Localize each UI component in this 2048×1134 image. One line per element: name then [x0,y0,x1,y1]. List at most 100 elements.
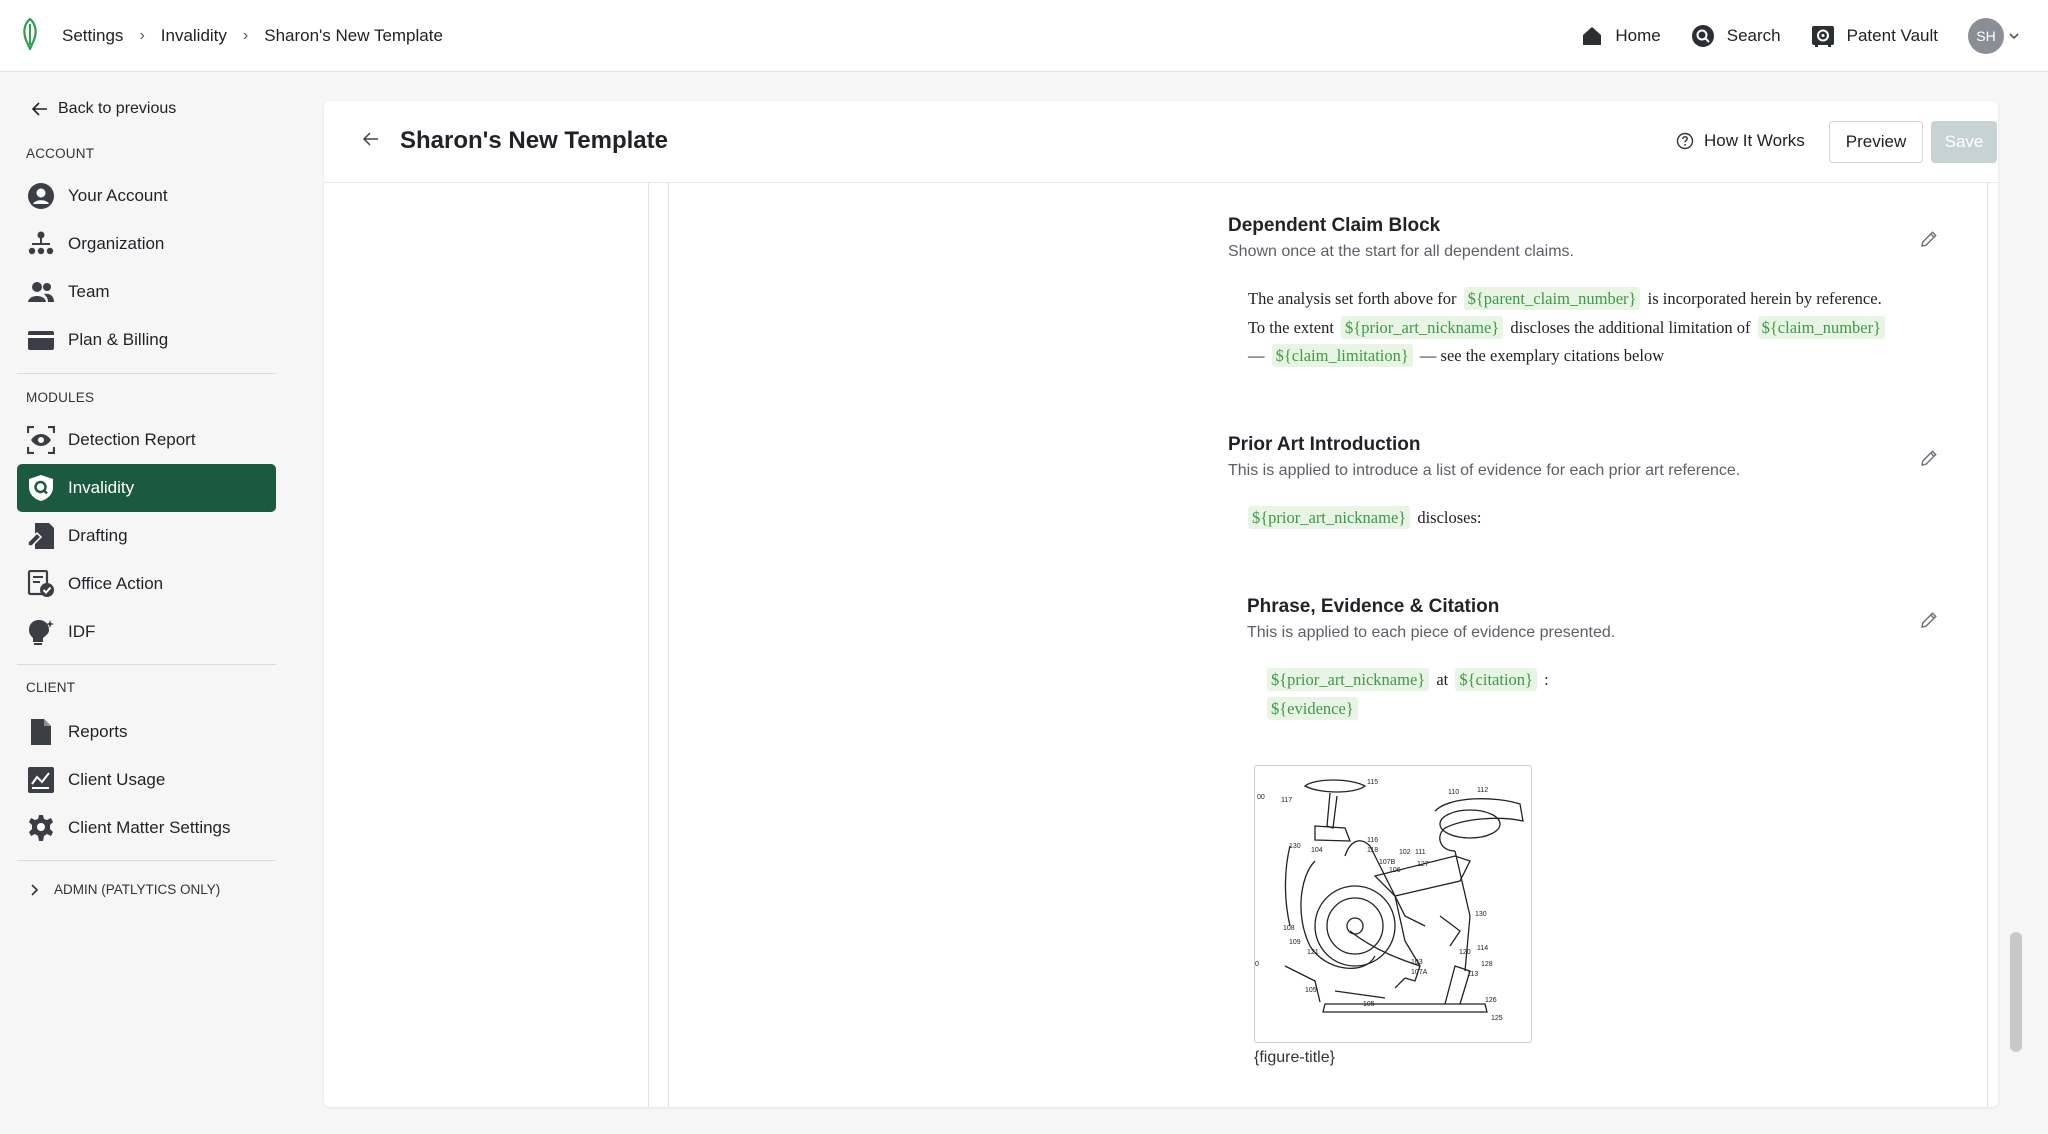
section-modules: MODULES [26,390,95,405]
figure-ref-label: 103 [1411,959,1423,966]
variable-chip: ${prior_art_nickname} [1267,668,1430,691]
phrase-evidence-desc: This is applied to each piece of evidenc… [1247,624,1616,641]
sidebar-item-label: Drafting [68,526,128,545]
arrow-left-icon[interactable] [362,131,380,147]
preview-button[interactable]: Preview [1829,121,1923,163]
variable-chip: ${claim_number} [1757,315,1886,339]
phrase-evidence-title: Phrase, Evidence & Citation [1247,596,1500,617]
variable-chip: ${claim_limitation} [1271,344,1413,367]
sidebar: Back to previous ACCOUNT Your Account Or… [0,72,290,1134]
figure-ref-label: 130 [1475,911,1487,918]
admin-section-toggle[interactable]: ADMIN (PATLYTICS ONLY) [30,882,220,897]
figure-ref-label: 108 [1283,925,1295,932]
document-check-icon [26,569,56,599]
sidebar-item-idf[interactable]: IDF [17,608,276,656]
figure-ref-label: 115 [1367,779,1378,786]
edit-pencil-icon[interactable] [1919,448,1939,468]
prior-art-desc: This is applied to introduce a list of e… [1228,462,1741,479]
avatar[interactable]: SH [1968,18,2004,54]
figure-ref-label: 120 [1459,949,1471,956]
lightbulb-icon [26,617,56,647]
nav-search[interactable]: Search [1691,24,1781,48]
file-icon [26,717,56,747]
save-button[interactable]: Save [1931,121,1997,163]
sidebar-item-invalidity[interactable]: Invalidity [17,464,276,512]
breadcrumb-invalidity[interactable]: Invalidity [161,26,227,46]
figure-ref-label: 130 [1289,843,1301,850]
sidebar-item-label: IDF [68,622,96,641]
figure-ref-label: 112 [1477,787,1488,794]
variable-chip: ${citation} [1455,668,1537,691]
body-text-segment: discloses the additional limitation of [1506,317,1755,337]
figure-ref-label: 107A [1411,969,1428,976]
sidebar-item-office-action[interactable]: Office Action [17,560,276,608]
body-text-segment: discloses: [1413,508,1482,527]
how-it-works-label: How It Works [1704,131,1805,150]
breadcrumb-settings[interactable]: Settings [62,26,123,46]
sidebar-item-label: Detection Report [68,430,196,449]
user-menu[interactable]: SH [1968,18,2020,54]
edit-pencil-icon[interactable] [1919,229,1939,249]
figure-ref-label: 117 [1281,797,1292,804]
panel-header: Sharon's New Template How It Works Previ… [324,101,1998,183]
sidebar-item-label: Plan & Billing [68,330,169,349]
figure-ref-label: 113 [1467,971,1478,978]
shield-search-icon [26,473,56,503]
scrollbar-thumb[interactable] [2010,932,2022,1052]
help-circle-icon [1676,132,1694,150]
search-icon [1691,25,1714,47]
sidebar-item-team[interactable]: Team [17,268,276,316]
nav-patent-vault-label: Patent Vault [1846,26,1938,45]
body-text-segment: is incorporated herein by reference. [1643,289,1882,308]
credit-card-icon [26,325,56,355]
sidebar-item-organization[interactable]: Organization [17,220,276,268]
variable-chip: ${evidence} [1267,696,1358,720]
figure-ref-label: 105 [1305,987,1317,994]
section-account: ACCOUNT [26,146,95,161]
org-chart-icon [26,229,56,259]
figure-ref-label: 128 [1481,961,1493,968]
patlytics-logo-icon[interactable] [20,18,40,50]
figure-ref-label: 127 [1417,861,1429,868]
document-pen-icon [26,521,56,551]
how-it-works-link[interactable]: How It Works [1676,131,1805,151]
chevron-down-icon [2009,33,2019,40]
nav-patent-vault[interactable]: Patent Vault [1811,24,1938,48]
figure-ref-label: 126 [1485,997,1497,1004]
breadcrumb: Settings › Invalidity › Sharon's New Tem… [62,0,443,72]
sidebar-item-client-matter-settings[interactable]: Client Matter Settings [17,804,276,852]
sidebar-item-your-account[interactable]: Your Account [17,172,276,220]
variable-chip: ${prior_art_nickname} [1341,315,1504,339]
body-text-segment: at [1432,670,1453,689]
variable-chip: ${parent_claim_number} [1463,287,1641,310]
edit-pencil-icon[interactable] [1919,610,1939,630]
chevron-right-icon: › [139,27,145,44]
prior-art-body[interactable]: ${prior_art_nickname} discloses: [1248,504,1482,533]
sidebar-item-label: Office Action [68,574,164,593]
phrase-evidence-body[interactable]: ${prior_art_nickname} at ${citation} : $… [1267,666,1549,723]
section-client: CLIENT [26,680,76,695]
body-text-segment: : [1539,670,1549,689]
top-nav: Home Search Patent Vault SH [1581,0,2020,72]
nav-home[interactable]: Home [1581,25,1661,47]
patent-figure-image[interactable]: 115 110 112 00 117 130 104 116 118 102 1… [1254,765,1532,1043]
back-to-previous[interactable]: Back to previous [32,100,176,118]
figure-ref-label: 125 [1491,1015,1503,1022]
body-text-segment: The analysis set forth above for [1248,289,1461,308]
user-circle-icon [26,181,56,211]
sidebar-item-client-usage[interactable]: Client Usage [17,756,276,804]
dependent-claim-body[interactable]: The analysis set forth above for ${paren… [1248,285,1988,371]
body-text-segment: To the extent [1248,317,1339,337]
sidebar-item-drafting[interactable]: Drafting [17,512,276,560]
sidebar-item-label: Invalidity [68,478,135,497]
column-divider [648,183,649,1107]
figure-ref-label: 118 [1367,847,1378,854]
sidebar-item-plan-billing[interactable]: Plan & Billing [17,316,276,364]
home-icon [1583,27,1602,45]
top-bar: Settings › Invalidity › Sharon's New Tem… [0,0,2048,72]
body-text-segment: — see the exemplary citations below [1415,346,1665,365]
sidebar-item-detection-report[interactable]: Detection Report [17,416,276,464]
back-label: Back to previous [58,100,177,117]
figure-ref-label: 121 [1307,949,1319,956]
sidebar-item-reports[interactable]: Reports [17,708,276,756]
